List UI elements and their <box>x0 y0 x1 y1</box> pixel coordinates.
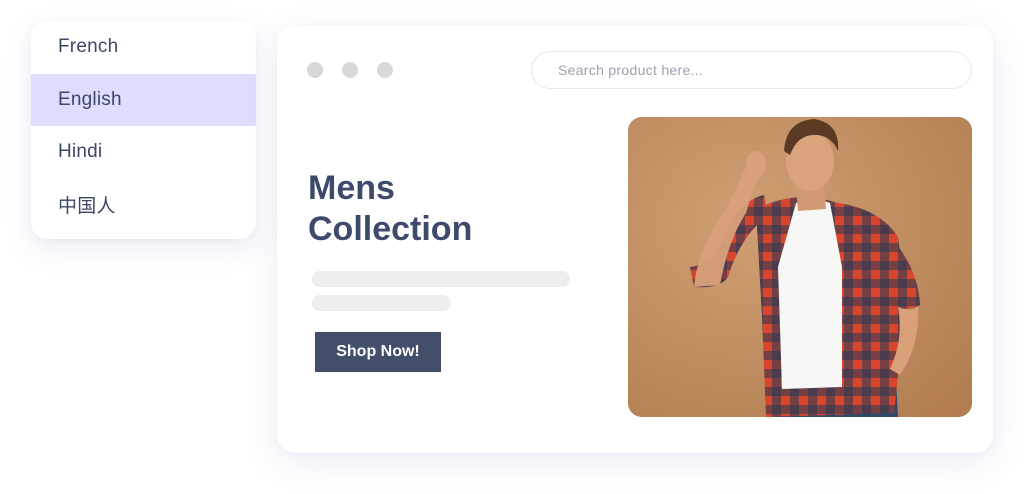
browser-window: Mens Collection Shop Now! <box>277 25 993 453</box>
language-option-hindi[interactable]: Hindi <box>31 126 256 179</box>
text-placeholder-line-1 <box>312 271 570 287</box>
language-option-english[interactable]: English <box>31 73 256 126</box>
window-dot-1[interactable] <box>307 62 323 78</box>
hero-title: Mens Collection <box>308 168 568 250</box>
window-controls <box>307 62 393 78</box>
window-dot-3[interactable] <box>377 62 393 78</box>
app-stage: French English Hindi 中国人 Mens Collection… <box>0 0 1024 494</box>
window-dot-2[interactable] <box>342 62 358 78</box>
text-placeholder-line-2 <box>312 295 451 311</box>
shop-now-button[interactable]: Shop Now! <box>315 332 441 372</box>
model-photo-illustration <box>628 117 972 417</box>
language-option-chinese[interactable]: 中国人 <box>31 179 256 232</box>
language-dropdown: French English Hindi 中国人 <box>31 21 256 239</box>
language-option-french[interactable]: French <box>31 21 256 74</box>
search-input[interactable] <box>558 62 971 78</box>
hero-title-line-1: Mens <box>308 169 395 207</box>
product-image[interactable] <box>628 117 972 417</box>
hero-title-line-2: Collection <box>308 210 473 248</box>
search-bar <box>531 51 972 89</box>
